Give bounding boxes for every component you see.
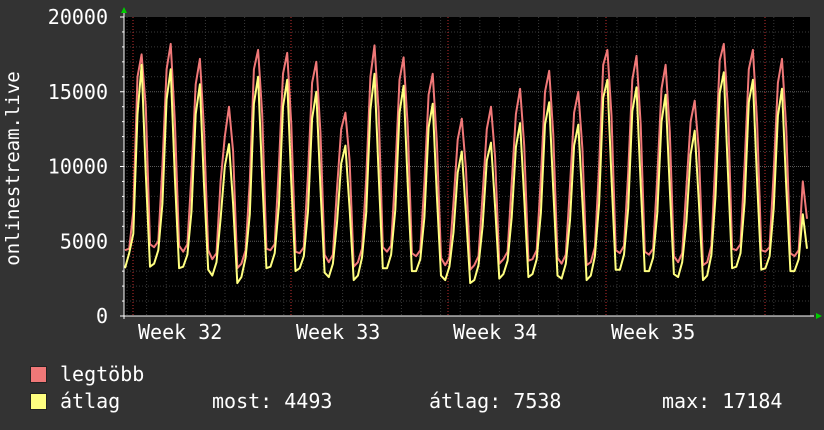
y-tick-label: 5000 (60, 229, 108, 253)
stat-max: max: 17184 (662, 389, 783, 413)
y-axis-label: onlinestream.live (2, 71, 24, 265)
x-tick-label: Week 32 (138, 320, 222, 344)
y-axis-arrow-icon (121, 7, 127, 13)
legend-item-avg: átlag (30, 389, 120, 413)
legend-label-max: legtöbb (60, 362, 145, 386)
legend-swatch-max (30, 365, 47, 383)
x-axis-arrow-icon (816, 313, 822, 319)
y-tick-label: 10000 (48, 155, 108, 179)
legend-label-avg: átlag (60, 389, 121, 413)
legend-swatch-avg (30, 392, 47, 410)
x-tick-labels: Week 32 Week 33 Week 34 Week 35 (138, 320, 695, 344)
y-tick-label: 0 (96, 304, 108, 328)
stat-average: átlag: 7538 (429, 389, 562, 413)
stat-current: most: 4493 (212, 389, 333, 413)
x-tick-label: Week 35 (611, 320, 695, 344)
y-tick-label: 20000 (48, 5, 108, 29)
x-tick-label: Week 33 (296, 320, 380, 344)
legend-item-max: legtöbb (30, 362, 144, 386)
x-tick-label: Week 34 (453, 320, 537, 344)
y-tick-label: 15000 (48, 80, 108, 104)
y-tick-labels: 0 5000 10000 15000 20000 (48, 5, 108, 328)
